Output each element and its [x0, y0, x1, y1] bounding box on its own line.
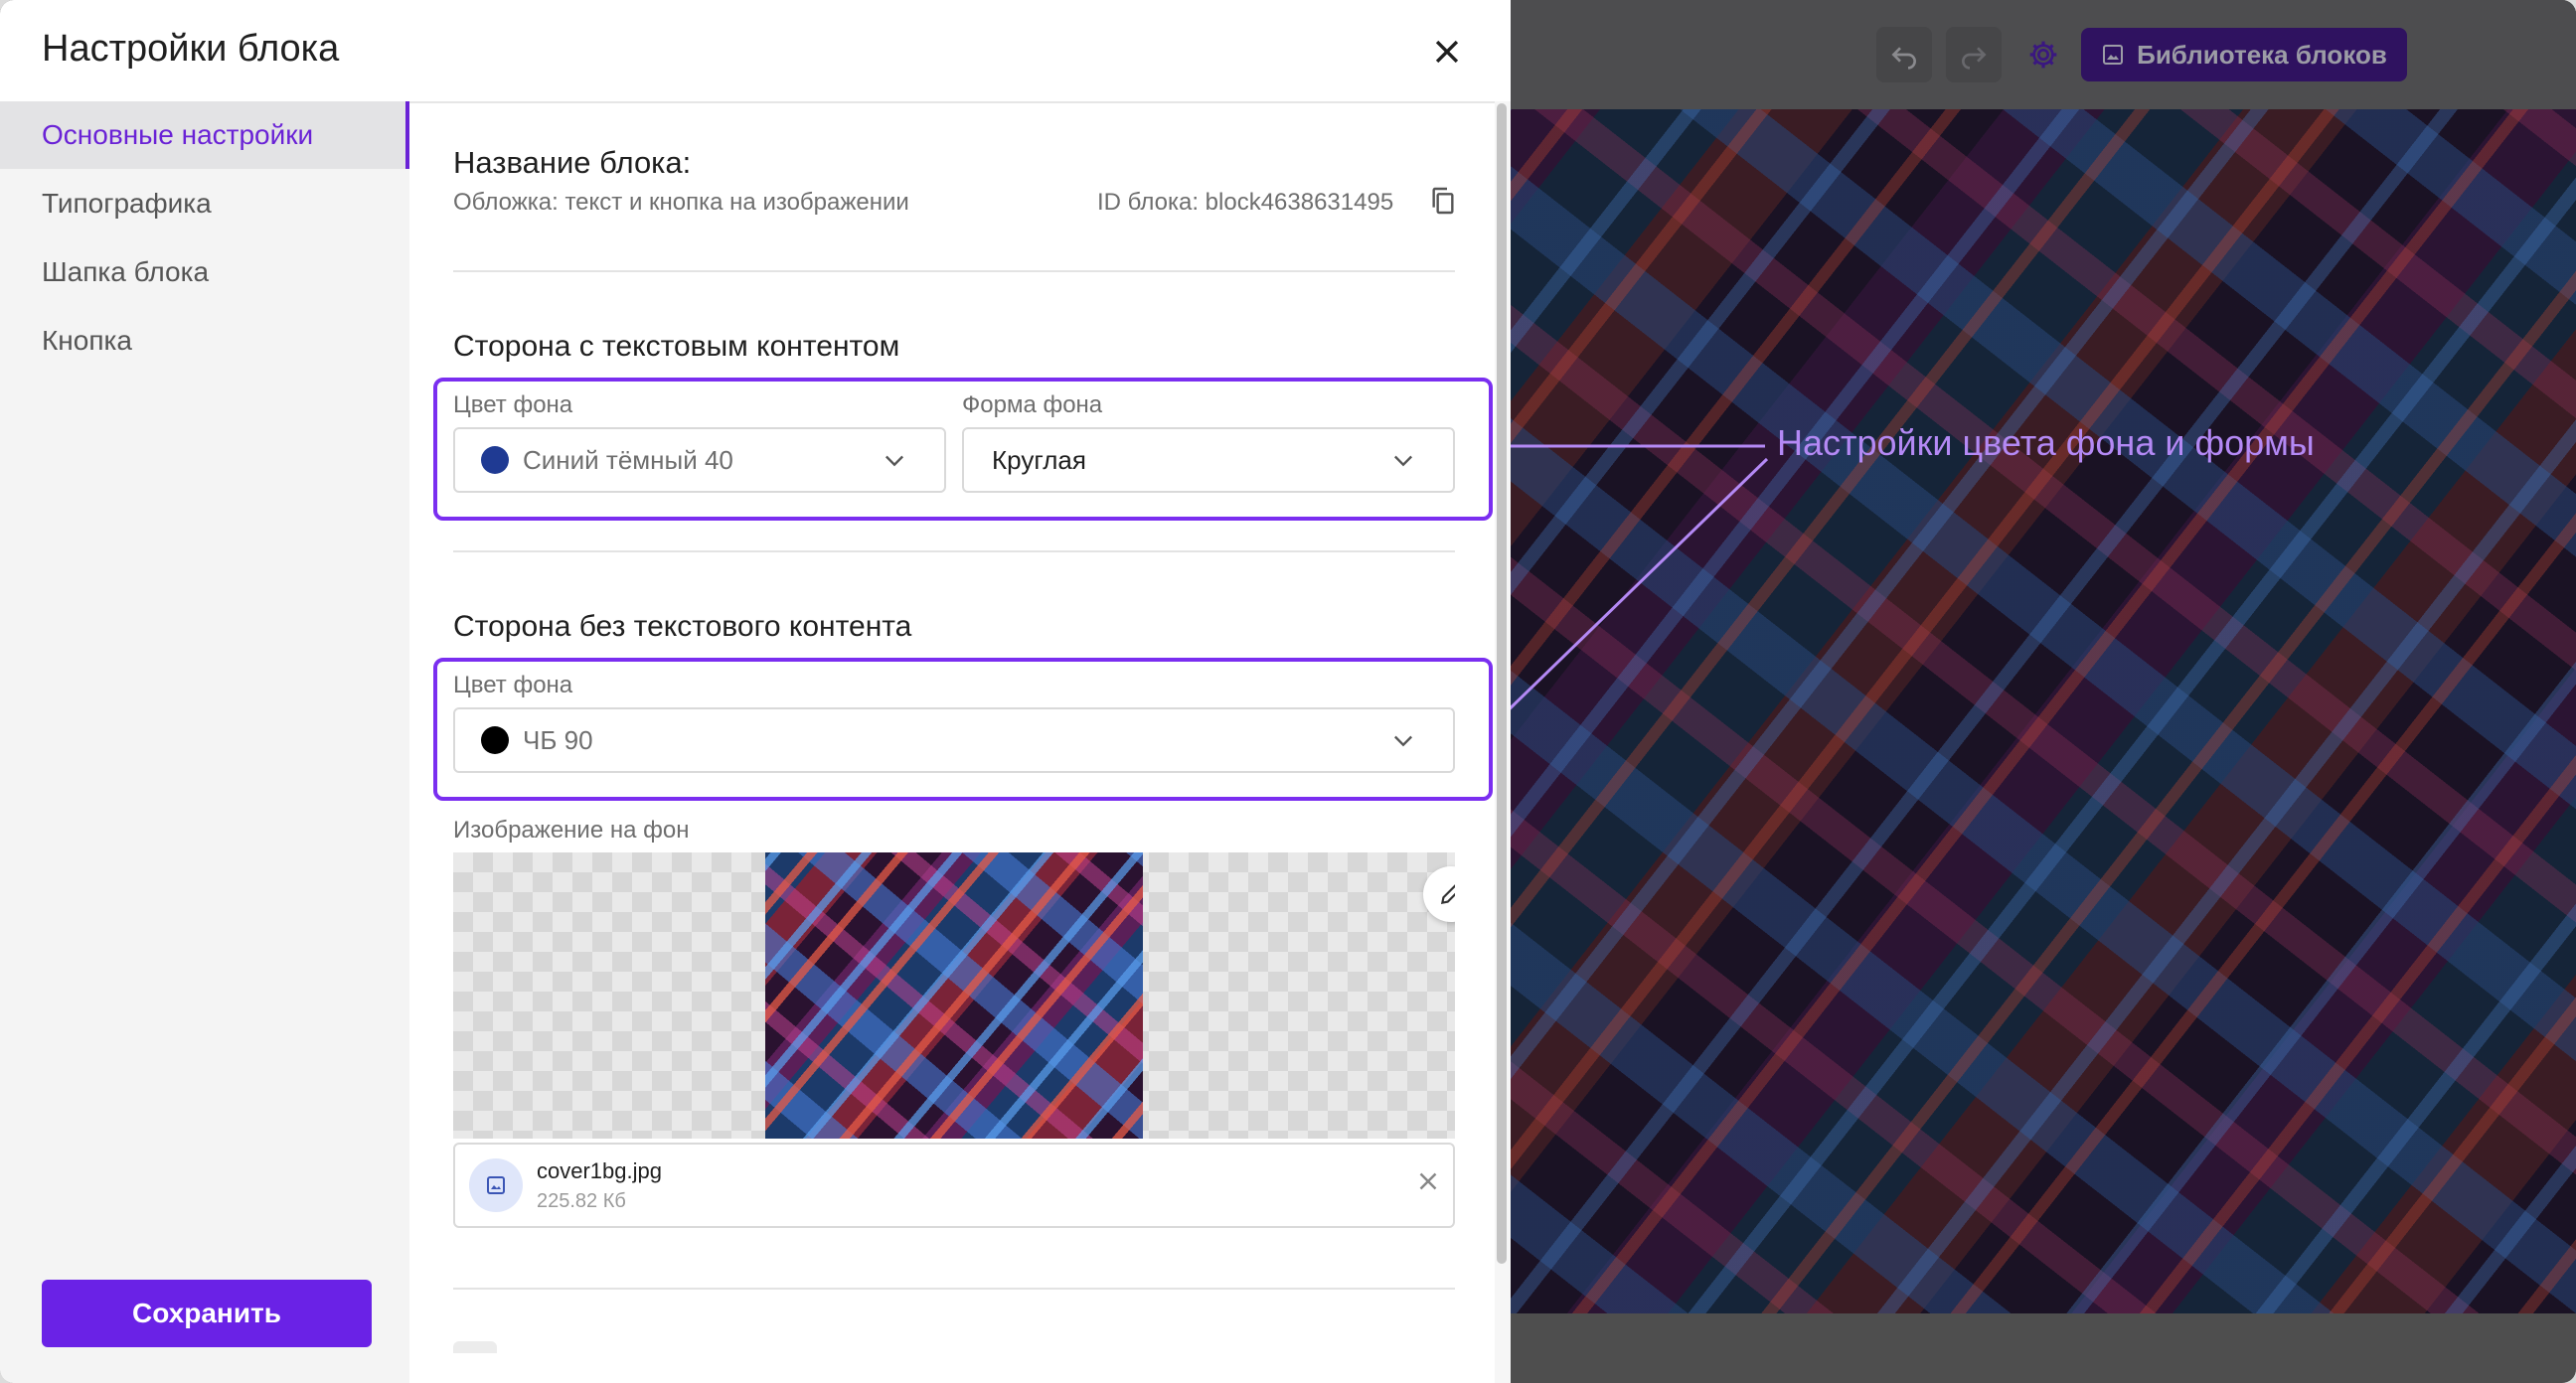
text-side-title: Сторона с текстовым контентом: [453, 330, 900, 363]
image-icon: [2103, 45, 2124, 65]
bg-image-label: Изображение на фон: [453, 817, 690, 844]
scrollbar-thumb[interactable]: [1497, 103, 1507, 1264]
redo-button[interactable]: [1946, 27, 2002, 82]
file-name: cover1bg.jpg: [537, 1158, 662, 1183]
settings-content: Название блока: Обложка: текст и кнопка …: [411, 101, 1495, 1383]
copy-icon[interactable]: [1427, 185, 1459, 217]
file-size: 225.82 Кб: [537, 1190, 626, 1212]
uploaded-file: cover1bg.jpg 225.82 Кб: [453, 1143, 1455, 1228]
divider: [453, 1288, 1455, 1290]
block-settings-modal: Настройки блока Основные настройки Типог…: [0, 0, 1511, 1383]
image-icon: [469, 1158, 523, 1212]
modal-title: Настройки блока: [42, 28, 340, 70]
close-icon[interactable]: [1413, 1166, 1443, 1196]
gear-icon: [2029, 41, 2057, 69]
block-library-button[interactable]: Библиотека блоков: [2081, 28, 2407, 81]
bg-image-thumbnail: [765, 852, 1143, 1139]
modal-header: Настройки блока: [0, 0, 1511, 103]
sidebar-item-main-settings[interactable]: Основные настройки: [0, 101, 409, 169]
edit-image-button[interactable]: [1423, 866, 1455, 922]
divider: [453, 270, 1455, 272]
undo-icon: [1891, 47, 1916, 70]
settings-sidebar: Основные настройки Типографика Шапка бло…: [0, 101, 409, 1383]
cover-block-preview[interactable]: [1511, 109, 2576, 1313]
block-name-label: Название блока:: [453, 145, 692, 180]
block-library-label: Библиотека блоков: [2137, 39, 2387, 70]
editor-toolbar: Библиотека блоков: [1511, 0, 2576, 109]
highlight-frame-text-side: [433, 378, 1493, 521]
annotation-label: Настройки цвета фона и формы: [1777, 422, 2315, 463]
sidebar-item-button[interactable]: Кнопка: [0, 307, 409, 375]
scrollbar[interactable]: [1495, 101, 1511, 1383]
highlight-frame-no-text-side: [433, 658, 1493, 801]
save-button[interactable]: Сохранить: [42, 1280, 372, 1347]
no-text-side-title: Сторона без текстового контента: [453, 610, 912, 643]
sidebar-item-typography[interactable]: Типографика: [0, 170, 409, 237]
block-name-value: Обложка: текст и кнопка на изображении: [453, 189, 909, 216]
block-id: ID блока: block4638631495: [1097, 189, 1394, 216]
next-field-partial: [453, 1341, 497, 1353]
bg-image-preview: [453, 852, 1455, 1139]
pencil-icon: [1440, 884, 1455, 905]
sidebar-item-block-header[interactable]: Шапка блока: [0, 238, 409, 306]
app-frame: Библиотека блоков Настройки цвета фона и…: [0, 0, 2576, 1383]
divider: [453, 550, 1455, 552]
redo-icon: [1962, 47, 1987, 70]
close-icon: [1435, 40, 1459, 64]
undo-button[interactable]: [1876, 27, 1932, 82]
editor-area: Библиотека блоков: [1511, 0, 2576, 1383]
settings-button[interactable]: [2015, 27, 2071, 82]
close-button[interactable]: [1423, 28, 1471, 76]
